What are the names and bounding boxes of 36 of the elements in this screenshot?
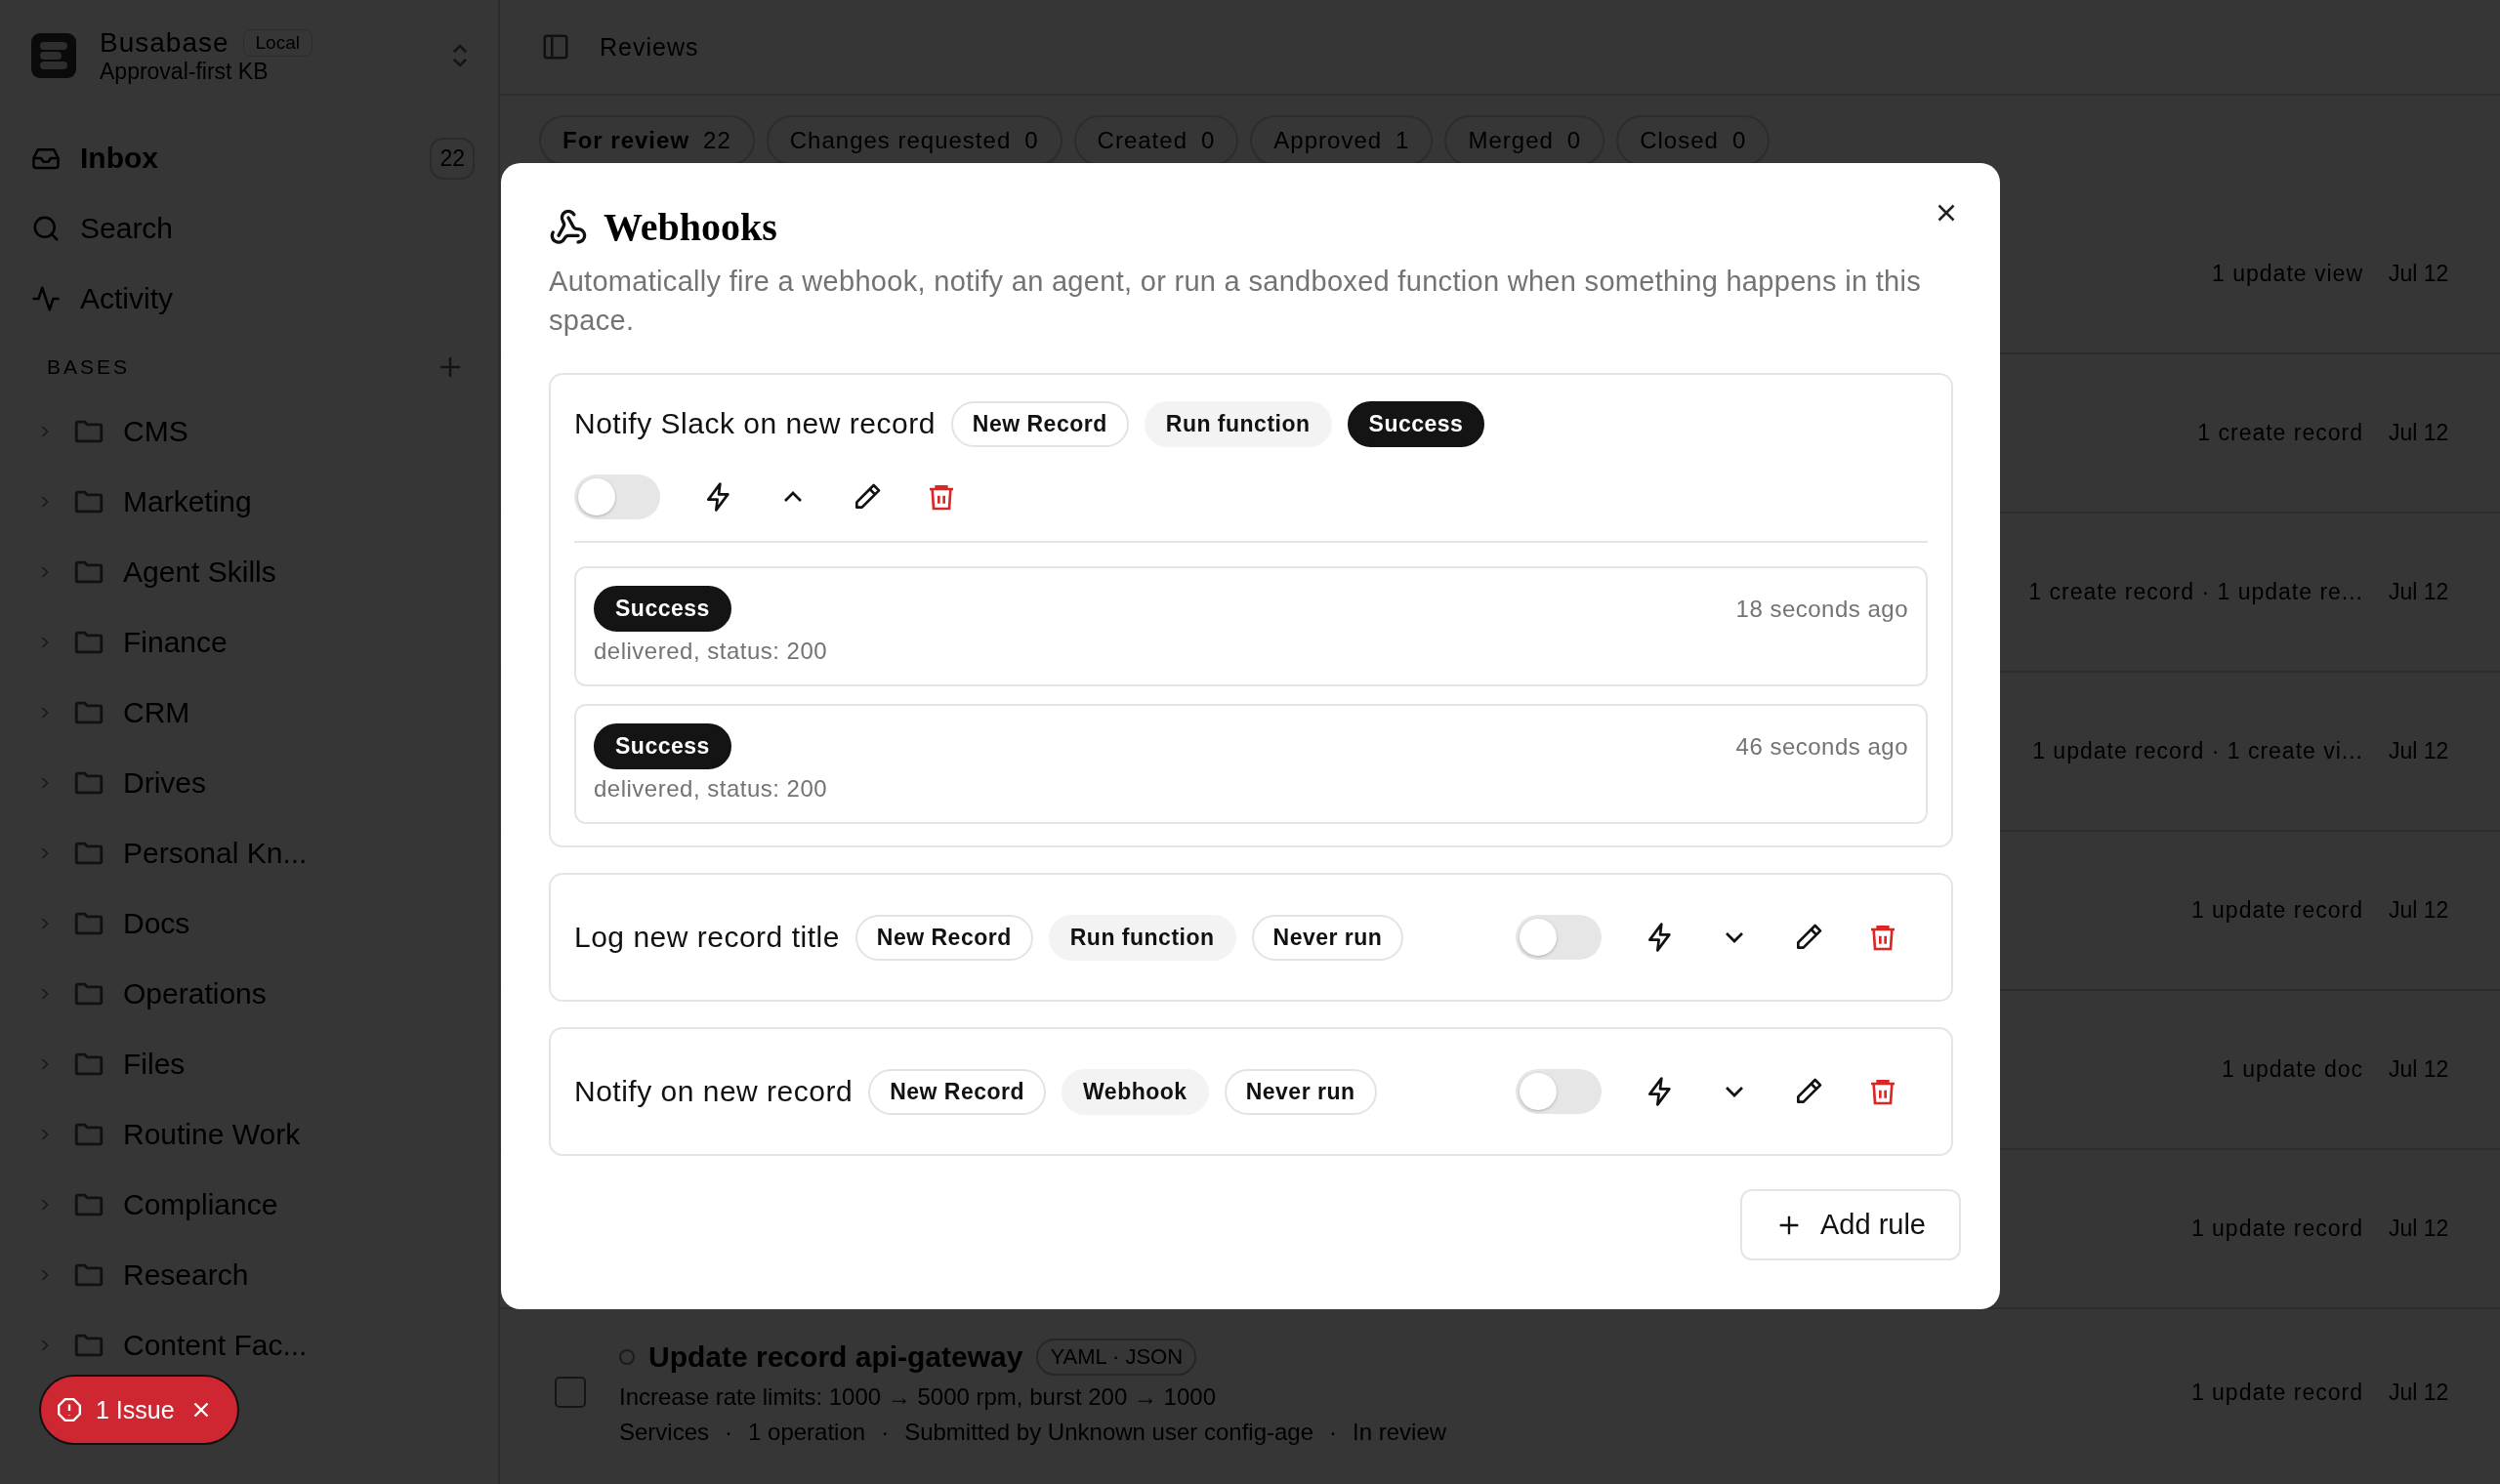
rule-tag: Webhook xyxy=(1062,1068,1209,1115)
run-detail: delivered, status: 200 xyxy=(594,638,829,665)
sidebar-toggle-icon[interactable] xyxy=(541,32,570,62)
rule-tag: Success xyxy=(1347,400,1485,447)
issue-toast[interactable]: 1 Issue xyxy=(39,1375,239,1445)
rule-tag: Run function xyxy=(1144,400,1332,447)
rule-name: Log new record title xyxy=(574,921,840,954)
run-status: Success xyxy=(594,723,731,769)
webhook-icon xyxy=(549,207,588,247)
status-dot-icon xyxy=(619,1349,635,1365)
dialog-title: Webhooks xyxy=(604,204,777,250)
rule-name: Notify on new record xyxy=(574,1075,854,1108)
dialog-description: Automatically fire a webhook, notify an agent, or run a sandboxed function when something happens in this space. xyxy=(549,265,1923,338)
rule-tag: New Record xyxy=(854,914,1033,961)
rule-name: Notify Slack on new record xyxy=(574,407,936,440)
rule-tag: New Record xyxy=(868,1068,1047,1115)
enable-toggle[interactable] xyxy=(1516,1069,1602,1114)
run-time: 46 seconds ago xyxy=(1735,732,1908,761)
enable-toggle[interactable] xyxy=(1516,915,1602,960)
search-icon xyxy=(31,214,61,243)
run-status: Success xyxy=(594,586,731,632)
logo-icon xyxy=(31,33,76,78)
add-rule-button[interactable]: Add rule xyxy=(1740,1189,1961,1260)
row-checkbox[interactable] xyxy=(555,1377,586,1408)
alert-icon xyxy=(57,1397,82,1422)
separator-dot: · xyxy=(725,1419,733,1446)
separator-dot: · xyxy=(1329,1419,1338,1446)
run-time: 18 seconds ago xyxy=(1735,595,1908,623)
rule-tag: New Record xyxy=(950,400,1129,447)
enable-toggle[interactable] xyxy=(574,474,660,519)
rule-tag: Never run xyxy=(1224,1068,1377,1115)
activity-icon xyxy=(31,284,61,313)
run-detail: delivered, status: 200 xyxy=(594,775,829,803)
separator-dot: · xyxy=(881,1419,890,1446)
rule-tag: Run function xyxy=(1048,914,1236,961)
rule-tag: Never run xyxy=(1251,914,1404,961)
